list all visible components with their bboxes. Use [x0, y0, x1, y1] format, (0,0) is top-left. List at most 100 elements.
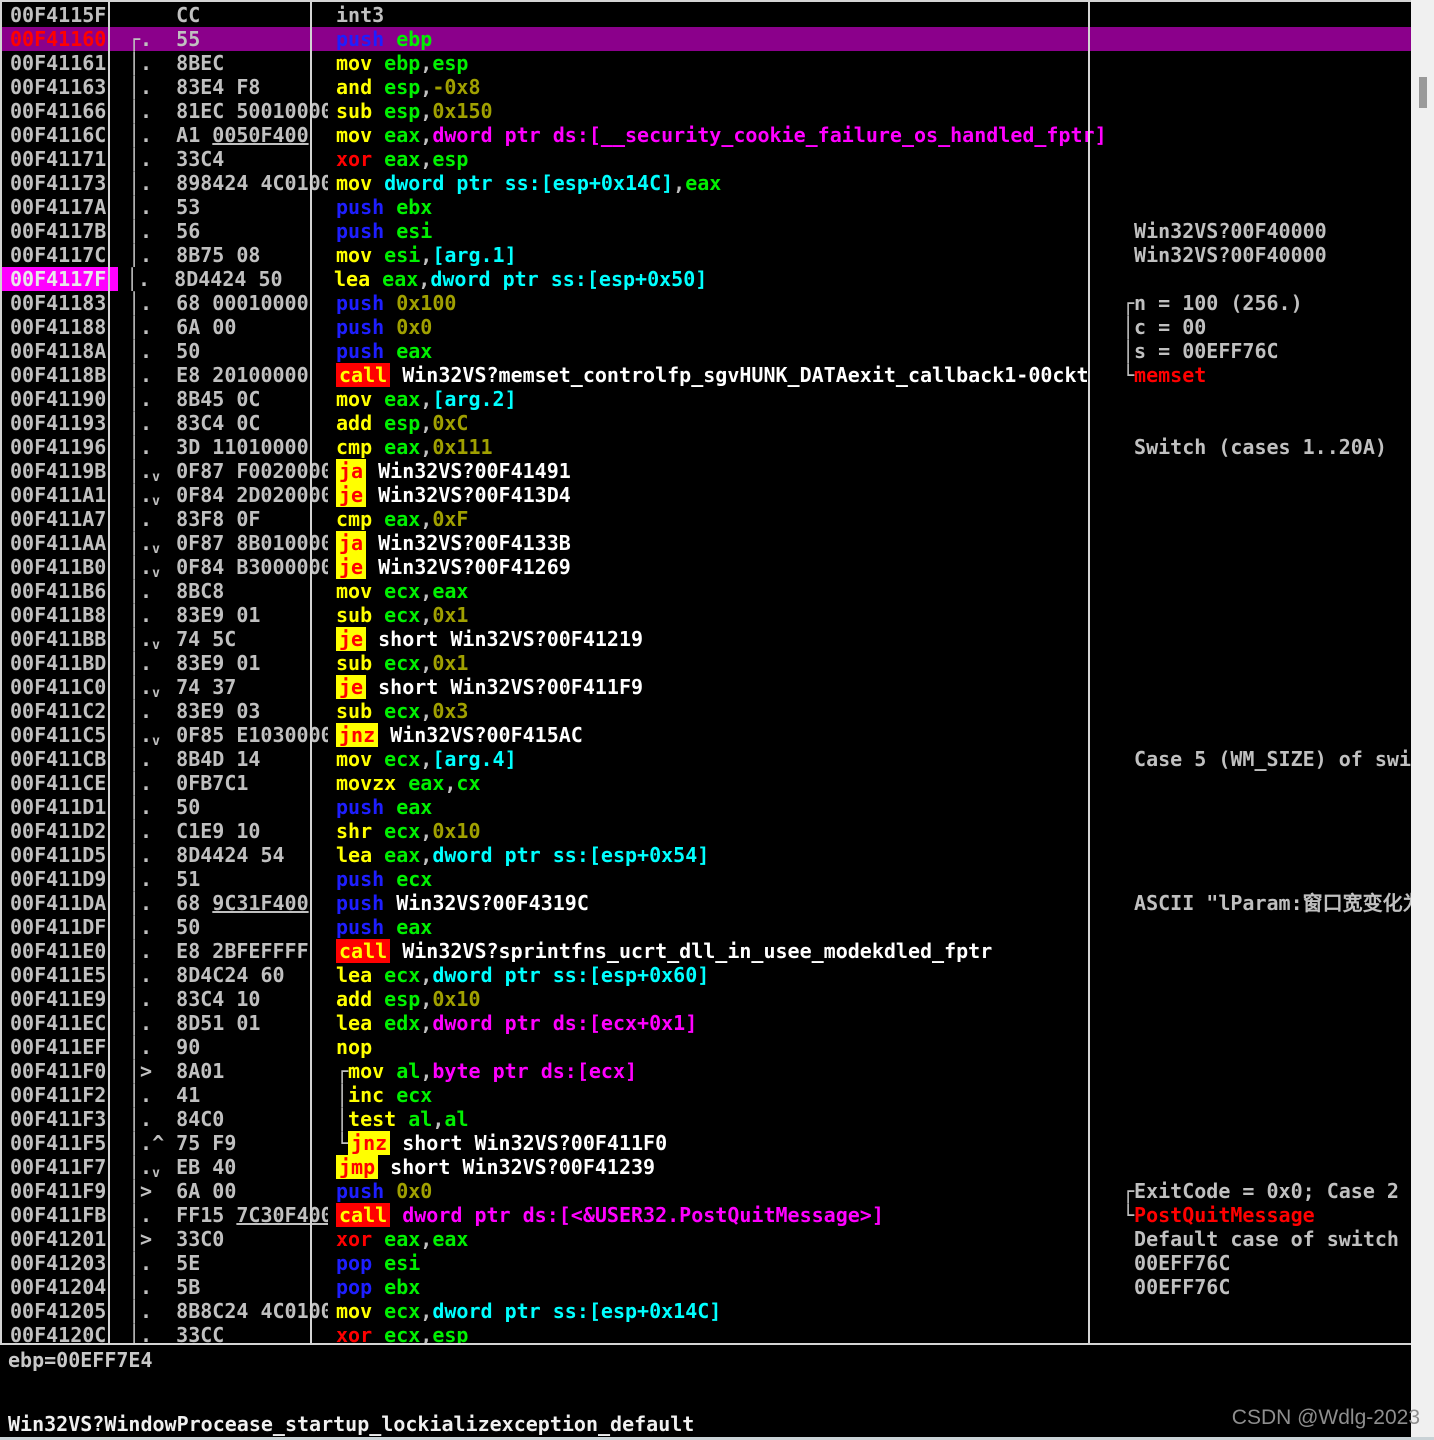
address-cell[interactable]: 00F411F0 [0, 1059, 120, 1083]
bytes-cell[interactable]: │. 8D4424 54 [120, 843, 328, 867]
instruction-cell[interactable]: push 0x100 [328, 291, 1114, 315]
bytes-cell[interactable]: │. 53 [120, 195, 328, 219]
address-cell[interactable]: 00F4117B [0, 219, 120, 243]
disasm-row[interactable]: 00F411EC │. 8D51 01 lea edx,dword ptr ds:[… [0, 1011, 1411, 1035]
address-cell[interactable]: 00F411AA [0, 531, 120, 555]
instruction-cell[interactable]: push ebp [328, 27, 1114, 51]
disasm-row[interactable]: 00F411DF │. 50 push eax [0, 915, 1411, 939]
instruction-cell[interactable]: je short Win32VS?00F411F9 [328, 675, 1114, 699]
comment-cell[interactable]: └memset [1114, 363, 1411, 387]
comment-cell[interactable] [1114, 75, 1411, 99]
comment-cell[interactable]: Case 5 (WM_SIZE) of switch 0 [1114, 747, 1411, 771]
bytes-cell[interactable]: │. 83E4 F8 [120, 75, 328, 99]
instruction-cell[interactable]: mov esi,[arg.1] [328, 243, 1114, 267]
disasm-row[interactable]: 00F41204 │. 5B pop ebx 00EFF76C [0, 1275, 1411, 1299]
address-cell[interactable]: 00F41190 [0, 387, 120, 411]
disasm-row[interactable]: 00F411C2 │. 83E9 03 sub ecx,0x3 [0, 699, 1411, 723]
comment-cell[interactable] [1114, 675, 1411, 699]
address-cell[interactable]: 00F411EC [0, 1011, 120, 1035]
comment-cell[interactable]: 00EFF76C [1114, 1251, 1411, 1275]
disasm-row[interactable]: 00F411BD │. 83E9 01 sub ecx,0x1 [0, 651, 1411, 675]
address-cell[interactable]: 00F411C0 [0, 675, 120, 699]
instruction-cell[interactable]: cmp eax,0xF [328, 507, 1114, 531]
address-cell[interactable]: 00F411A1 [0, 483, 120, 507]
bytes-cell[interactable]: │. 8B8C24 4C010000 [120, 1299, 328, 1323]
disasm-row[interactable]: 00F411FB │. FF15 7C30F400 call dword ptr d… [0, 1203, 1411, 1227]
address-cell[interactable]: 00F411E9 [0, 987, 120, 1011]
bytes-cell[interactable]: ┌. 55 [120, 27, 328, 51]
comment-cell[interactable] [1114, 723, 1411, 747]
comment-cell[interactable] [1114, 579, 1411, 603]
address-cell[interactable]: 00F411C2 [0, 699, 120, 723]
bytes-cell[interactable]: │.v 0F84 B3000000 [120, 555, 328, 579]
address-cell[interactable]: 00F41173 [0, 171, 120, 195]
bytes-cell[interactable]: │. 81EC 50010000 [120, 99, 328, 123]
address-cell[interactable]: 00F41163 [0, 75, 120, 99]
instruction-cell[interactable]: jmp short Win32VS?00F41239 [328, 1155, 1114, 1179]
address-cell[interactable]: 00F41188 [0, 315, 120, 339]
comment-cell[interactable]: ┌ExitCode = 0x0; Case 2 (WM [1114, 1179, 1411, 1203]
disasm-row[interactable]: 00F41160 ┌. 55 push ebp [0, 27, 1411, 51]
address-cell[interactable]: 00F411F7 [0, 1155, 120, 1179]
bytes-cell[interactable]: │. 68 00010000 [120, 291, 328, 315]
instruction-cell[interactable]: mov ecx,[arg.4] [328, 747, 1114, 771]
comment-cell[interactable]: │s = 00EFF76C [1114, 339, 1411, 363]
comment-cell[interactable] [1114, 819, 1411, 843]
instruction-cell[interactable]: add esp,0x10 [328, 987, 1114, 1011]
disasm-row[interactable]: 00F411F0 │> 8A01 ┌mov al,byte ptr ds:[ecx] [0, 1059, 1411, 1083]
instruction-cell[interactable]: nop [328, 1035, 1114, 1059]
address-cell[interactable]: 00F41161 [0, 51, 120, 75]
disasm-row[interactable]: 00F411A7 │. 83F8 0F cmp eax,0xF [0, 507, 1411, 531]
disasm-row[interactable]: 00F41166 │. 81EC 50010000 sub esp,0x150 [0, 99, 1411, 123]
instruction-cell[interactable]: movzx eax,cx [328, 771, 1114, 795]
comment-cell[interactable]: └PostQuitMessage [1114, 1203, 1411, 1227]
instruction-cell[interactable]: ja Win32VS?00F4133B [328, 531, 1114, 555]
instruction-cell[interactable]: lea eax,dword ptr ss:[esp+0x50] [326, 267, 1112, 291]
instruction-cell[interactable]: xor ecx,esp [328, 1323, 1114, 1343]
comment-cell[interactable]: Default case of switch 00F [1114, 1227, 1411, 1251]
address-cell[interactable]: 00F411F2 [0, 1083, 120, 1107]
instruction-cell[interactable]: mov ecx,eax [328, 579, 1114, 603]
address-cell[interactable]: 00F41205 [0, 1299, 120, 1323]
disasm-row[interactable]: 00F41183 │. 68 00010000 push 0x100 ┌n = 100… [0, 291, 1411, 315]
address-cell[interactable]: 00F4115F [0, 3, 120, 27]
instruction-cell[interactable]: shr ecx,0x10 [328, 819, 1114, 843]
address-cell[interactable]: 00F411CB [0, 747, 120, 771]
instruction-cell[interactable]: call Win32VS?memset_controlfp_sgvHUNK_DA… [328, 363, 1114, 387]
bytes-cell[interactable]: │. 56 [120, 219, 328, 243]
comment-cell[interactable]: 00EFF76C [1114, 1275, 1411, 1299]
address-cell[interactable]: 00F411B8 [0, 603, 120, 627]
address-cell[interactable]: 00F411E0 [0, 939, 120, 963]
instruction-cell[interactable]: sub ecx,0x1 [328, 603, 1114, 627]
disasm-row[interactable]: 00F411F2 │. 41 │inc ecx [0, 1083, 1411, 1107]
instruction-cell[interactable]: mov ecx,dword ptr ss:[esp+0x14C] [328, 1299, 1114, 1323]
address-cell[interactable]: 00F41204 [0, 1275, 120, 1299]
comment-cell[interactable] [1114, 195, 1411, 219]
instruction-cell[interactable]: xor eax,eax [328, 1227, 1114, 1251]
comment-cell[interactable] [1114, 99, 1411, 123]
bytes-cell[interactable]: │. E8 20100000 [120, 363, 328, 387]
comment-cell[interactable] [1114, 555, 1411, 579]
disasm-row[interactable]: 00F41205│. 8B8C24 4C010000mov ecx,dword … [0, 1299, 1411, 1323]
disasm-row[interactable]: 00F411D1 │. 50 push eax [0, 795, 1411, 819]
bytes-cell[interactable]: │. 898424 4C010000 [120, 171, 328, 195]
address-cell[interactable]: 00F411B6 [0, 579, 120, 603]
address-cell[interactable]: 00F411D1 [0, 795, 120, 819]
address-cell[interactable]: 00F41193 [0, 411, 120, 435]
disasm-row[interactable]: 00F411A1 │.v 0F84 2D020000 je Win32VS?00F4… [0, 483, 1411, 507]
disasm-row[interactable]: 00F411B6 │. 8BC8 mov ecx,eax [0, 579, 1411, 603]
comment-cell[interactable] [1114, 507, 1411, 531]
disasm-row[interactable]: 00F4119B │.v 0F87 F0020000 ja Win32VS?00F4… [0, 459, 1411, 483]
comment-cell[interactable] [1114, 915, 1411, 939]
address-cell[interactable]: 00F41201 [0, 1227, 120, 1251]
bytes-cell[interactable]: │. 6A 00 [120, 315, 328, 339]
disasm-row[interactable]: 00F41173│. 898424 4C010000mov dword ptr … [0, 171, 1411, 195]
disasm-row[interactable]: 00F411F9 │> 6A 00 push 0x0 ┌ExitCode = 0x0;… [0, 1179, 1411, 1203]
instruction-cell[interactable]: ja Win32VS?00F41491 [328, 459, 1114, 483]
address-cell[interactable]: 00F4119B [0, 459, 120, 483]
disasm-row[interactable]: 00F411B8 │. 83E9 01 sub ecx,0x1 [0, 603, 1411, 627]
disasm-row[interactable]: 00F411E0 │. E8 2BFEFFFF call Win32VS?sprin… [0, 939, 1411, 963]
address-cell[interactable]: 00F411F3 [0, 1107, 120, 1131]
disasm-row[interactable]: 00F41203 │. 5E pop esi 00EFF76C [0, 1251, 1411, 1275]
address-cell[interactable]: 00F4117F [2, 267, 118, 291]
